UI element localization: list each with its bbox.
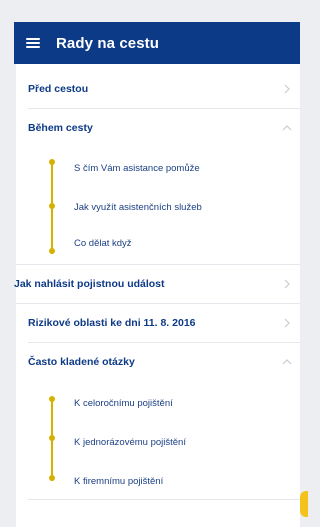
section-pred-cestou[interactable]: Před cestou xyxy=(28,70,300,109)
sub-item-link[interactable]: Jak využít asistenčních služeb xyxy=(74,202,202,213)
timeline xyxy=(49,396,55,481)
section-label: Během cesty xyxy=(28,122,93,134)
sub-item-link[interactable]: K firemnímu pojištění xyxy=(74,476,163,487)
divider xyxy=(28,499,300,500)
floating-action-button[interactable] xyxy=(300,491,308,517)
timeline-dot xyxy=(49,203,55,209)
sub-item-link[interactable]: S čím Vám asistance pomůže xyxy=(74,163,200,174)
chevron-up-icon xyxy=(282,125,292,131)
chevron-right-icon xyxy=(284,84,290,94)
section-label: Často kladené otázky xyxy=(28,356,135,368)
sub-item-link[interactable]: K jednorázovému pojištění xyxy=(74,437,186,448)
timeline-dot xyxy=(49,475,55,481)
chevron-right-icon xyxy=(284,318,290,328)
chevron-up-icon xyxy=(282,359,292,365)
chevron-right-icon xyxy=(284,279,290,289)
sub-item-link[interactable]: K celoročnímu pojištění xyxy=(74,398,173,409)
content-card: Před cestou Během cesty S čím Vám asista… xyxy=(14,64,300,527)
timeline-dot xyxy=(49,248,55,254)
app-header: Rady na cestu xyxy=(14,22,300,64)
section-caste-otazky[interactable]: Často kladené otázky xyxy=(28,343,300,381)
page-title: Rady na cestu xyxy=(56,34,160,52)
section-behem-cesty[interactable]: Během cesty xyxy=(28,109,300,147)
sub-item-link[interactable]: Co dělat když xyxy=(74,238,132,249)
section-label: Rizikové oblasti ke dni 11. 8. 2016 xyxy=(28,317,196,329)
menu-icon[interactable] xyxy=(26,38,40,48)
timeline-dot xyxy=(49,159,55,165)
timeline-dot xyxy=(49,396,55,402)
section-rizikove-oblasti[interactable]: Rizikové oblasti ke dni 11. 8. 2016 xyxy=(28,304,300,343)
section-label: Před cestou xyxy=(28,83,89,95)
timeline xyxy=(49,159,55,254)
section-nahlasit-udalost[interactable]: Jak nahlásit pojistnou událost xyxy=(14,265,300,304)
section-label: Jak nahlásit pojistnou událost xyxy=(14,278,165,290)
timeline-dot xyxy=(49,435,55,441)
